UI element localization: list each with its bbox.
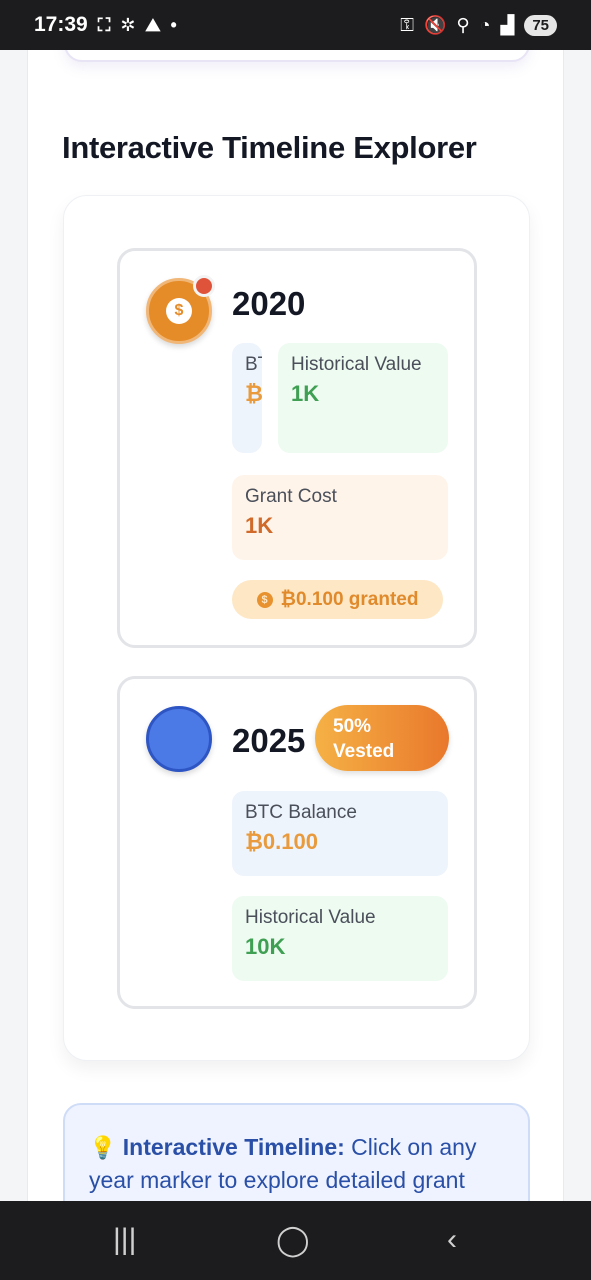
grant-cost-pill: Grant Cost 1K	[232, 475, 448, 560]
section-title: Interactive Timeline Explorer	[62, 130, 477, 165]
grant-cost-value: 1K	[245, 513, 274, 538]
btc-balance-pill: BTC Balance ₿0.100	[232, 791, 448, 876]
timeline-card-2020[interactable]: $ 2020 BTC Balance ₿0. Historical Value …	[117, 248, 477, 648]
notification-dot	[193, 275, 215, 297]
content-column: Interactive Timeline Explorer $ 2020 BTC…	[27, 50, 564, 1201]
battery-indicator: 75	[524, 14, 557, 36]
key-icon: ⚿	[400, 14, 414, 35]
historical-value-pill: Historical Value 10K	[232, 896, 448, 981]
page-scroll-area[interactable]: Interactive Timeline Explorer $ 2020 BTC…	[0, 50, 591, 1201]
btc-balance-label: BTC Balance	[245, 802, 357, 823]
status-bar: 17:39 ⛶ ✲ ⛰ • ⚿ 🔇 ⚲ ◔ ▟ 75	[0, 0, 591, 50]
year-label: 2025	[232, 722, 306, 759]
recent-apps-icon[interactable]: |||	[113, 1223, 136, 1257]
location-icon: ⚲	[456, 14, 470, 35]
btc-balance-label: BTC Balance	[245, 354, 262, 375]
tip-title: Interactive Timeline:	[122, 1134, 345, 1160]
btc-balance-value: ₿0.	[245, 381, 262, 406]
btc-balance-pill: BTC Balance ₿0.	[232, 343, 262, 453]
home-icon[interactable]: ◯	[276, 1223, 310, 1258]
historical-value-label: Historical Value	[291, 354, 422, 375]
coin-icon: $	[256, 591, 273, 608]
wifi-icon: ◔	[479, 14, 491, 35]
app-icon: ⛰	[145, 14, 161, 35]
signal-icon: ▟	[500, 14, 515, 35]
year-label: 2020	[232, 285, 306, 322]
historical-value: 10K	[245, 934, 286, 959]
timeline-card-2025[interactable]: 2025 50% Vested BTC Balance ₿0.100 Histo…	[117, 676, 477, 1009]
vested-badge: 50% Vested	[315, 705, 449, 771]
historical-value: 1K	[291, 381, 320, 406]
btc-balance-value: ₿0.100	[245, 829, 318, 854]
year-marker-2025[interactable]	[146, 706, 212, 772]
lightbulb-icon: 💡	[89, 1135, 117, 1160]
granted-text: ₿0.100 granted	[280, 588, 419, 610]
grant-cost-label: Grant Cost	[245, 486, 337, 507]
mute-icon: 🔇	[423, 14, 447, 35]
timeline-panel: $ 2020 BTC Balance ₿0. Historical Value …	[63, 195, 530, 1061]
clock: 17:39	[34, 13, 88, 36]
year-marker-2020[interactable]: $	[146, 275, 215, 344]
granted-badge: $ ₿0.100 granted	[232, 580, 443, 619]
screenshot-icon: ⛶	[97, 14, 111, 35]
historical-value-label: Historical Value	[245, 907, 376, 928]
back-icon[interactable]: ‹	[447, 1223, 457, 1257]
dot-icon: •	[170, 14, 177, 35]
coin-icon: $	[166, 298, 192, 324]
historical-value-pill: Historical Value 1K	[278, 343, 448, 453]
info-tip: 💡 Interactive Timeline: Click on any yea…	[63, 1103, 530, 1201]
previous-card	[64, 50, 530, 62]
network-icon: ✲	[120, 14, 136, 35]
navigation-bar: ||| ◯ ‹	[0, 1201, 591, 1280]
